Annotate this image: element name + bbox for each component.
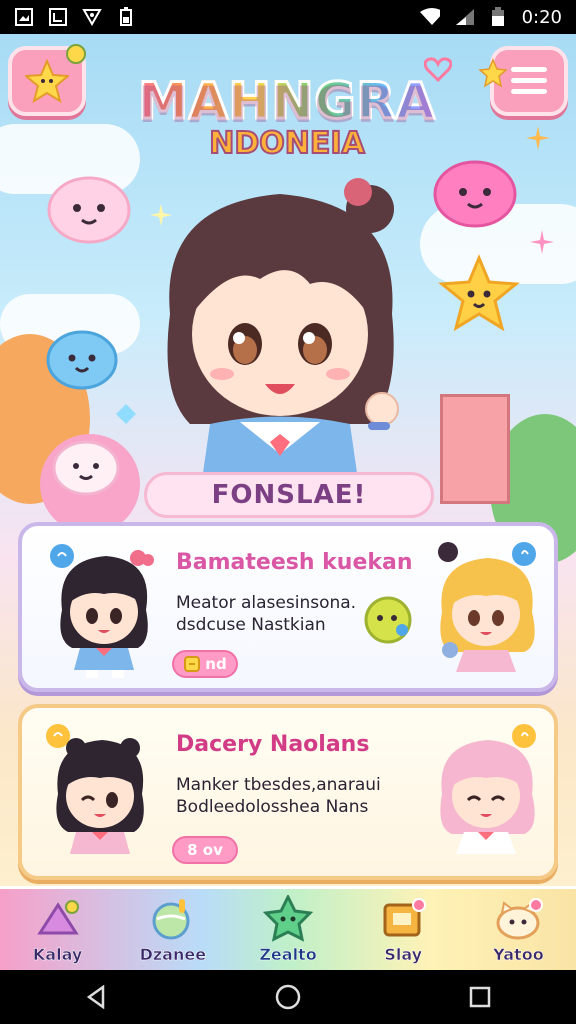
- ticket-icon: [184, 656, 201, 672]
- hero-mascot-girl: [167, 178, 399, 494]
- card-character-girl-right: [438, 542, 536, 672]
- app-screen: MAHNGRA NDONEIA FONSLAE! Bamateesh kueka…: [0, 34, 576, 970]
- content-card[interactable]: Dacery Naolans Manker tbesdes,anaraui Bo…: [18, 704, 558, 880]
- content-card[interactable]: Bamateesh kuekan Meator alasesinsona. ds…: [18, 522, 558, 692]
- hero-banner-text: FONSLAE!: [211, 480, 367, 510]
- card-title: Bamateesh kuekan: [176, 550, 413, 575]
- nav-item-yatoo[interactable]: Yatoo: [461, 889, 576, 970]
- card-title: Dacery Naolans: [176, 732, 370, 757]
- hero-banner: FONSLAE!: [144, 472, 434, 518]
- sparkle-icon: [526, 126, 550, 150]
- status-bar: 0:20: [0, 0, 576, 34]
- vpn-notification-icon: [82, 7, 102, 27]
- battery-icon: [488, 7, 508, 27]
- nav-label: Dzanee: [139, 945, 207, 965]
- house-decoration: [440, 394, 510, 504]
- bottom-navigation: Kalay Dzanee Zealto Slay Yatoo: [0, 886, 576, 970]
- logo-title: MAHNGRA: [122, 71, 452, 132]
- cat-face-icon: [492, 895, 544, 943]
- menu-icon: [511, 67, 547, 94]
- wifi-icon: [419, 7, 440, 27]
- yellow-orb-mascot-icon: [364, 596, 412, 644]
- white-blob-mascot-icon: [52, 440, 120, 496]
- diamond-flag-icon: [32, 895, 84, 943]
- yellow-star-mascot-icon: [438, 254, 520, 332]
- star-menu-button[interactable]: [8, 44, 86, 116]
- nav-label: Zealto: [259, 945, 317, 965]
- notification-badge: [66, 44, 86, 64]
- chest-icon: [377, 895, 429, 943]
- gem-icon: [116, 404, 136, 424]
- sphere-icon: [147, 895, 199, 943]
- recents-icon[interactable]: [460, 977, 500, 1017]
- card-description: Manker tbesdes,anaraui Bodleedolosshea N…: [176, 775, 381, 817]
- home-icon[interactable]: [268, 977, 308, 1017]
- sparkle-icon: [150, 204, 172, 226]
- nav-item-zealto[interactable]: Zealto: [230, 889, 345, 970]
- blue-blob-mascot-icon: [46, 330, 118, 390]
- pink-blob-mascot-icon: [47, 176, 131, 244]
- card-action-pill[interactable]: nd: [172, 650, 238, 678]
- battery-saver-notification-icon: [116, 7, 136, 27]
- clock: 0:20: [521, 6, 562, 28]
- sparkle-icon: [530, 230, 554, 254]
- card-character-girl-winking: [46, 724, 144, 854]
- logo-subtitle: NDONEIA: [208, 125, 366, 162]
- nav-item-kalay[interactable]: Kalay: [0, 889, 115, 970]
- nav-label: Slay: [384, 945, 423, 965]
- card-pill-label: nd: [205, 655, 227, 673]
- card-character-girl-left: [50, 544, 154, 678]
- nav-item-slay[interactable]: Slay: [346, 889, 461, 970]
- nav-label: Yatoo: [493, 945, 544, 965]
- back-icon[interactable]: [76, 977, 116, 1017]
- card-character-girl-pink-hair: [440, 724, 536, 854]
- card-action-pill[interactable]: 8 ov: [172, 836, 238, 864]
- signal-icon: [454, 7, 474, 27]
- small-star-icon: [478, 58, 508, 88]
- nav-label: Kalay: [32, 945, 83, 965]
- star-icon: [25, 59, 69, 103]
- nav-item-dzanee[interactable]: Dzanee: [115, 889, 230, 970]
- image-notification-icon: [48, 7, 68, 27]
- star-shield-icon: [262, 895, 314, 943]
- gallery-notification-icon: [14, 7, 34, 27]
- system-navigation-bar: [0, 970, 576, 1024]
- card-pill-label: 8 ov: [187, 841, 223, 859]
